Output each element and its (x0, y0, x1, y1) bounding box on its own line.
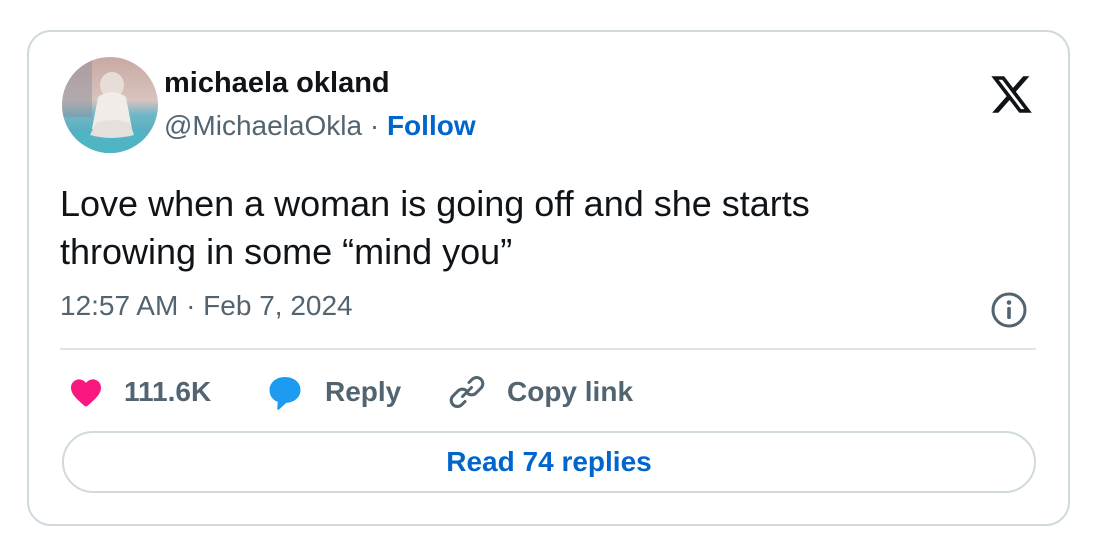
tweet-text: Love when a woman is going off and she s… (60, 180, 960, 276)
tweet-text-line-1: Love when a woman is going off and she s… (60, 183, 810, 224)
author-handle[interactable]: @MichaelaOkla (164, 110, 362, 141)
follow-button[interactable]: Follow (387, 110, 476, 141)
heart-icon (68, 374, 104, 410)
x-logo-icon[interactable] (989, 72, 1034, 117)
read-replies-button[interactable]: Read 74 replies (62, 431, 1036, 493)
tweet-text-line-2: throwing in some “mind you” (60, 231, 513, 272)
copy-link-button[interactable]: Copy link (447, 370, 633, 414)
tweet-card: michaela okland @MichaelaOkla · Follow L… (27, 30, 1070, 526)
reply-button[interactable]: Reply (265, 370, 401, 414)
read-replies-label: Read 74 replies (446, 446, 652, 477)
like-button[interactable]: 111.6K (68, 370, 211, 414)
like-count: 111.6K (124, 376, 212, 407)
avatar[interactable] (62, 57, 158, 153)
handle-separator: · (369, 110, 380, 141)
reply-label: Reply (325, 376, 402, 407)
copy-link-label: Copy link (507, 376, 634, 407)
author-handle-line: @MichaelaOkla · Follow (164, 110, 476, 142)
link-icon (447, 372, 487, 412)
divider (60, 348, 1036, 350)
author-name[interactable]: michaela okland (164, 67, 390, 100)
info-icon[interactable] (989, 290, 1029, 330)
speech-bubble-icon (265, 372, 305, 412)
tweet-timestamp[interactable]: 12:57 AM · Feb 7, 2024 (60, 290, 353, 322)
avatar-image (62, 57, 158, 153)
